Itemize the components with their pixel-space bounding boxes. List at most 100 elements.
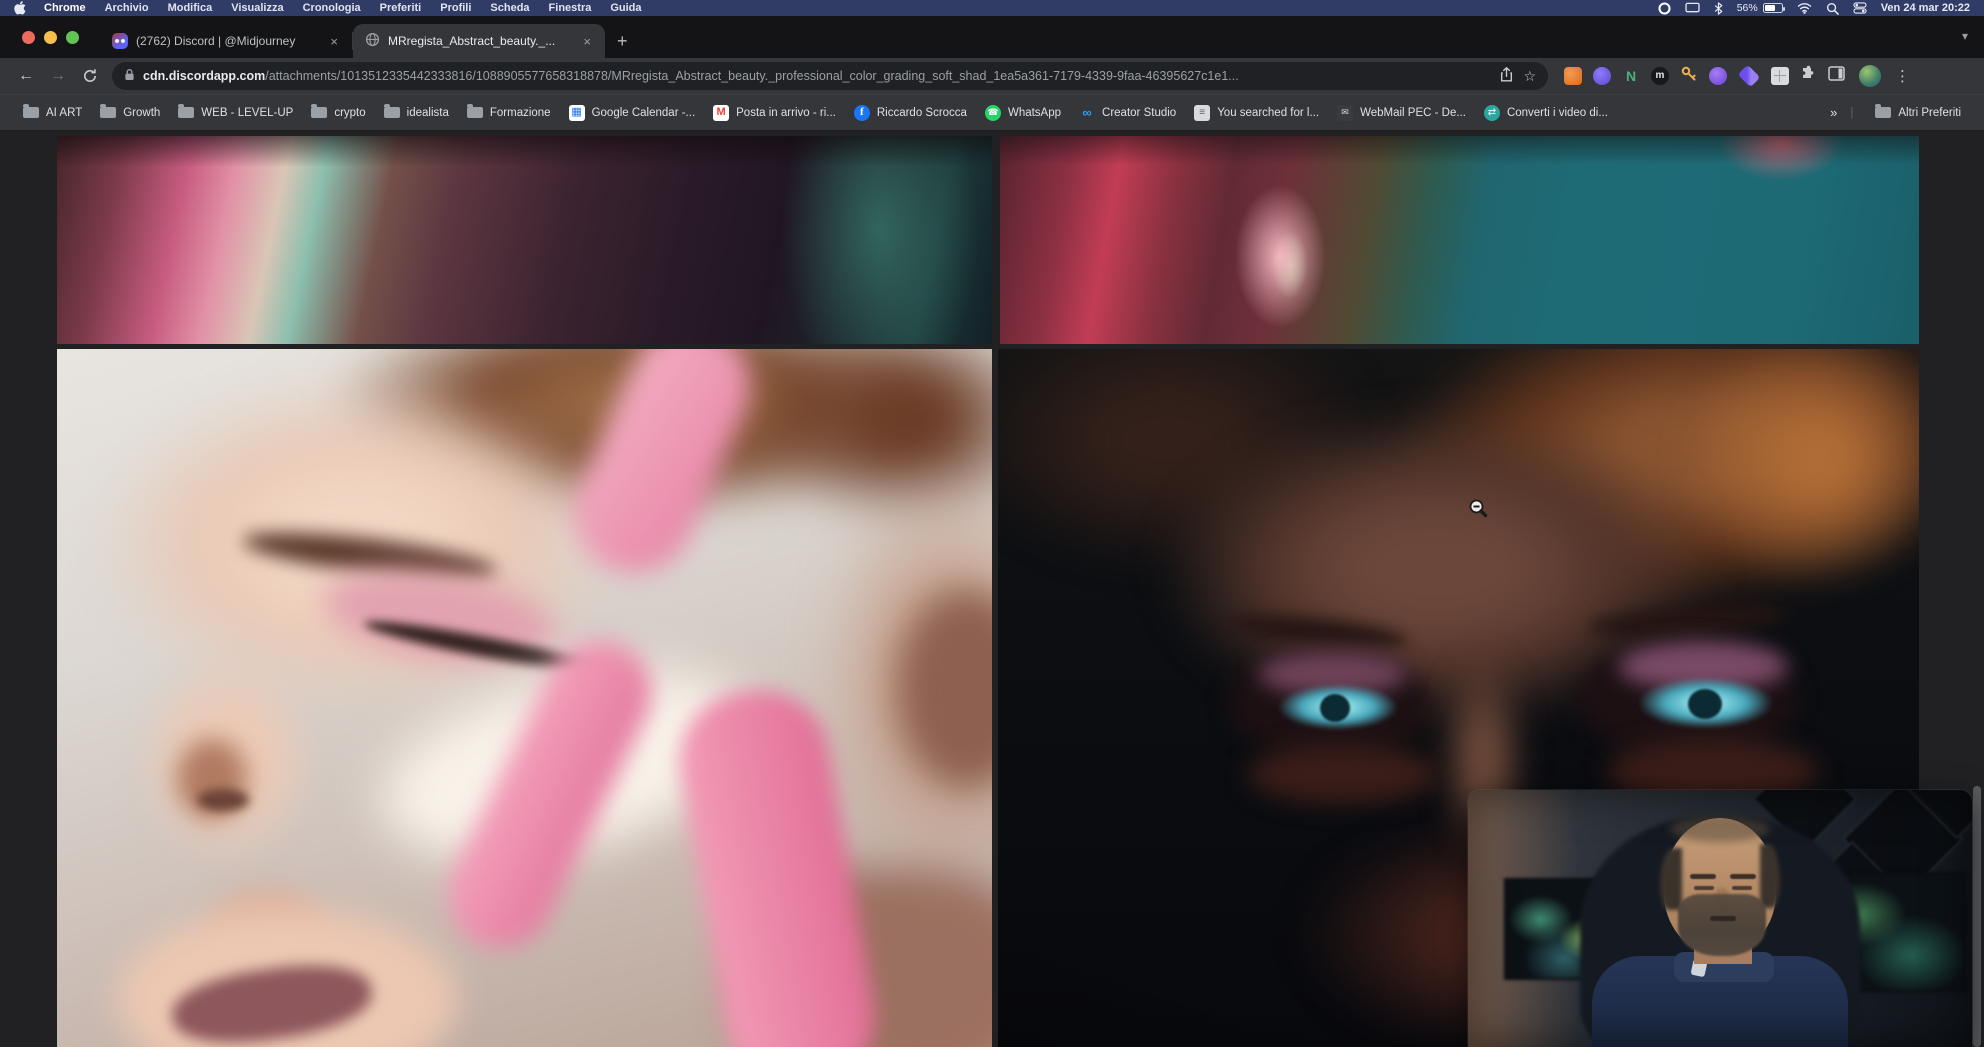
bookmark-item[interactable]: ⇄Converti i video di... <box>1475 101 1617 125</box>
control-center-icon[interactable] <box>1853 2 1867 14</box>
bookmark-item[interactable]: WEB - LEVEL-UP <box>169 103 302 123</box>
whatsapp-icon: ☎ <box>985 105 1001 121</box>
url-domain: cdn.discordapp.com <box>143 69 265 83</box>
bookmark-label: Formazione <box>490 107 551 119</box>
folder-icon <box>384 107 400 118</box>
folder-icon <box>178 107 194 118</box>
bookmarks-overflow-chevron[interactable]: » <box>1830 105 1837 120</box>
page-icon: ≡ <box>1194 105 1210 121</box>
extension-orange-icon[interactable] <box>1564 67 1582 85</box>
browser-toolbar: ← → cdn.discordapp.com/attachments/10135… <box>0 58 1984 94</box>
back-button[interactable]: ← <box>12 68 40 84</box>
bookmark-item[interactable]: idealista <box>375 103 458 123</box>
mail-icon: ✉ <box>1337 105 1353 121</box>
extension-dark-icon[interactable]: m <box>1651 67 1669 85</box>
new-tab-button[interactable]: + <box>605 24 640 58</box>
lock-icon <box>124 68 135 84</box>
bookmark-label: Altri Preferiti <box>1898 107 1961 119</box>
menu-scheda[interactable]: Scheda <box>490 2 529 14</box>
traffic-light-minimize[interactable] <box>44 31 57 44</box>
bookmark-item[interactable]: ☎ WhatsApp <box>976 101 1070 125</box>
forward-button[interactable]: → <box>44 68 72 84</box>
url-text: cdn.discordapp.com/attachments/101351233… <box>143 69 1492 83</box>
extension-violet-icon[interactable] <box>1709 67 1727 85</box>
tab-attachment-active[interactable]: MRregista_Abstract_beauty._... × <box>353 24 605 58</box>
chrome-menu-dots-icon[interactable]: ⋮ <box>1895 67 1910 85</box>
bookmark-item[interactable]: AI ART <box>14 103 91 123</box>
folder-icon <box>467 107 483 118</box>
menu-preferiti[interactable]: Preferiti <box>380 2 422 14</box>
bookmark-label: WebMail PEC - De... <box>1360 107 1466 119</box>
menu-cronologia[interactable]: Cronologia <box>303 2 361 14</box>
tab-discord[interactable]: (2762) Discord | @Midjourney × <box>100 24 352 58</box>
battery-indicator[interactable]: 56% <box>1737 2 1783 14</box>
traffic-light-zoom[interactable] <box>66 31 79 44</box>
facebook-icon: f <box>854 105 870 121</box>
bookmark-item[interactable]: Growth <box>91 103 169 123</box>
image-quadrant-top-right <box>1000 136 1919 344</box>
menu-chrome[interactable]: Chrome <box>44 2 86 14</box>
bookmark-item[interactable]: crypto <box>302 103 374 123</box>
webcam-overlay <box>1468 790 1972 1047</box>
traffic-light-close[interactable] <box>22 31 35 44</box>
tab-strip: (2762) Discord | @Midjourney × MRregista… <box>0 16 1984 58</box>
extension-key-icon[interactable] <box>1680 65 1698 88</box>
menu-archivio[interactable]: Archivio <box>105 2 149 14</box>
record-icon[interactable] <box>1658 2 1671 15</box>
menu-finestra[interactable]: Finestra <box>549 2 592 14</box>
reload-button[interactable] <box>76 68 104 84</box>
menubar-clock[interactable]: Ven 24 mar 20:22 <box>1881 2 1970 14</box>
bookmark-item[interactable]: ∞Creator Studio <box>1070 101 1185 125</box>
wifi-icon[interactable] <box>1797 2 1812 14</box>
image-quadrant-top-left <box>57 136 992 344</box>
menu-visualizza[interactable]: Visualizza <box>231 2 283 14</box>
menu-modifica[interactable]: Modifica <box>168 2 213 14</box>
bookmark-label: Google Calendar -... <box>592 107 696 119</box>
menubar-status: 56% Ven 24 mar 20:22 <box>1658 2 1970 15</box>
bookmark-item[interactable]: ▦ Google Calendar -... <box>560 101 705 125</box>
search-icon[interactable] <box>1826 2 1839 15</box>
display-icon[interactable] <box>1685 2 1700 14</box>
menu-profili[interactable]: Profili <box>440 2 471 14</box>
bookmark-label: crypto <box>334 107 365 119</box>
folder-icon <box>23 107 39 118</box>
image-quadrant-bottom-left <box>57 349 992 1047</box>
bookmark-item[interactable]: ≡ You searched for l... <box>1185 101 1328 125</box>
bookmark-label: Growth <box>123 107 160 119</box>
bluetooth-icon[interactable] <box>1714 2 1723 15</box>
tab-close-icon[interactable]: × <box>581 34 593 49</box>
extension-n-icon[interactable]: N <box>1622 67 1640 85</box>
bookmark-item[interactable]: ✉ WebMail PEC - De... <box>1328 101 1475 125</box>
menu-guida[interactable]: Guida <box>610 2 641 14</box>
bookmark-label: Converti i video di... <box>1507 107 1608 119</box>
extensions-puzzle-icon[interactable] <box>1800 65 1817 87</box>
globe-favicon-icon <box>365 32 380 50</box>
bookmarks-bar: AI ART Growth WEB - LEVEL-UP crypto idea… <box>0 94 1984 130</box>
bookmarks-divider: | <box>1850 107 1853 119</box>
tab-title: (2762) Discord | @Midjourney <box>136 34 320 48</box>
other-bookmarks-folder[interactable]: Altri Preferiti <box>1866 103 1970 123</box>
extension-purple-icon[interactable] <box>1593 67 1611 85</box>
apple-menu-icon[interactable] <box>14 1 26 15</box>
tab-search-chevron-icon[interactable]: ▾ <box>1962 29 1968 43</box>
side-panel-icon[interactable] <box>1828 66 1845 86</box>
bookmark-star-icon[interactable]: ☆ <box>1523 68 1536 85</box>
folder-icon <box>311 107 327 118</box>
extension-cubes-icon[interactable] <box>1738 65 1761 88</box>
bookmark-label: You searched for l... <box>1217 107 1319 119</box>
folder-icon <box>1875 107 1891 118</box>
google-calendar-icon: ▦ <box>569 105 585 121</box>
omnibox[interactable]: cdn.discordapp.com/attachments/101351233… <box>112 62 1548 90</box>
extension-grid-icon[interactable] <box>1771 67 1789 85</box>
bookmark-item[interactable]: Formazione <box>458 103 560 123</box>
bookmark-item[interactable]: MPosta in arrivo - ri... <box>704 101 845 125</box>
bookmark-label: WhatsApp <box>1008 107 1061 119</box>
bookmark-label: idealista <box>407 107 449 119</box>
page-scrollbar-thumb[interactable] <box>1973 786 1981 1047</box>
share-icon[interactable] <box>1500 67 1513 85</box>
bookmark-item[interactable]: fRiccardo Scrocca <box>845 101 976 125</box>
battery-percent: 56% <box>1737 2 1758 14</box>
profile-avatar[interactable] <box>1859 65 1881 87</box>
tab-close-icon[interactable]: × <box>328 34 340 49</box>
meta-icon: ∞ <box>1079 105 1095 121</box>
